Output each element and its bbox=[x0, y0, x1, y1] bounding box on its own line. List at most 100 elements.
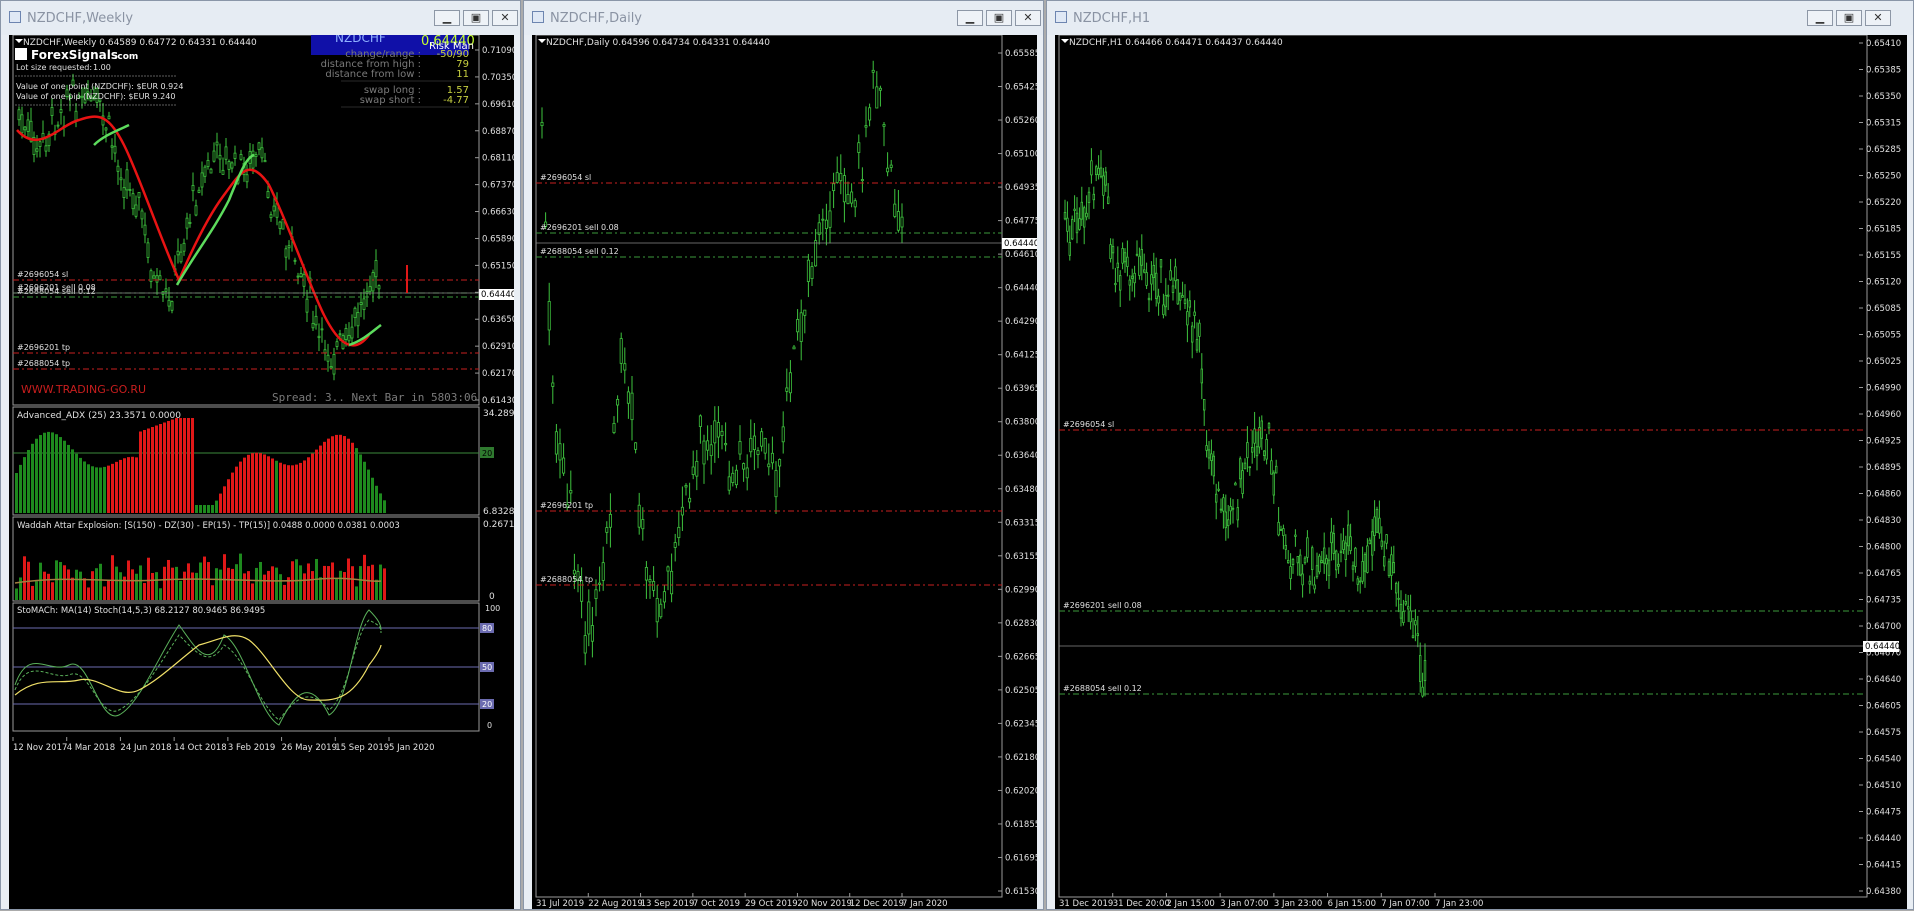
candle-body bbox=[284, 248, 288, 258]
candle-body bbox=[227, 161, 231, 170]
order-level-label: #2688054 tp bbox=[17, 359, 70, 368]
adx-bar bbox=[51, 432, 54, 513]
adx-bar bbox=[247, 454, 250, 513]
candle-body bbox=[1325, 558, 1328, 565]
candle-body bbox=[1171, 285, 1175, 293]
window-weekly[interactable]: NZDCHF,Weekly ▁ ▣ ✕ NZDCHF,Weekly 0.6458… bbox=[0, 0, 521, 910]
candle-body bbox=[767, 463, 771, 468]
candle-body bbox=[1152, 264, 1156, 278]
candle-body bbox=[245, 174, 249, 183]
waddah-bar bbox=[71, 577, 74, 600]
waddah-bar bbox=[75, 569, 78, 600]
candle-body bbox=[1267, 423, 1271, 429]
candle-body bbox=[1126, 256, 1129, 267]
waddah-bar bbox=[307, 563, 310, 600]
candle-body bbox=[684, 485, 688, 488]
close-button[interactable]: ✕ bbox=[492, 10, 518, 26]
maximize-button[interactable]: ▣ bbox=[1836, 10, 1862, 26]
stoch-label: StoMACh: MA(14) Stoch(14,5,3) 68.2127 80… bbox=[17, 606, 265, 616]
waddah-bar bbox=[15, 588, 18, 600]
order-level-label: #2688054 sell 0.12 bbox=[1063, 684, 1142, 693]
order-levels: #2696054 sl #2696201 sell 0.08 #2688054 se… bbox=[1059, 420, 1863, 695]
candle-body bbox=[254, 154, 258, 157]
adx-bar bbox=[115, 461, 118, 513]
window-daily[interactable]: NZDCHF,Daily ▁ ▣ ✕ NZDCHF,Daily 0.64596 … bbox=[523, 0, 1044, 910]
candle-body bbox=[853, 200, 857, 208]
info-row-value: -4.77 bbox=[443, 95, 469, 106]
waddah-bar bbox=[95, 568, 98, 600]
close-button[interactable]: ✕ bbox=[1865, 10, 1891, 26]
adx-bar bbox=[59, 437, 62, 513]
waddah-bar bbox=[267, 570, 270, 600]
adx-bar bbox=[15, 473, 18, 513]
candle-body bbox=[362, 298, 366, 310]
chart-area[interactable]: NZDCHF,Daily 0.64596 0.64734 0.64331 0.6… bbox=[532, 35, 1037, 909]
window-titlebar[interactable]: NZDCHF,H1 ▁ ▣ ✕ bbox=[1047, 1, 1913, 35]
adx-bar bbox=[327, 438, 330, 513]
waddah-bar bbox=[67, 569, 70, 600]
minimize-button[interactable]: ▁ bbox=[434, 10, 460, 26]
candle-body bbox=[224, 146, 228, 160]
candle-body bbox=[1217, 488, 1220, 491]
price-label: 0.63965 bbox=[1005, 384, 1037, 394]
candle-body bbox=[1414, 620, 1417, 626]
waddah-bar bbox=[115, 566, 118, 600]
daily-chart-svg[interactable]: NZDCHF,Daily 0.64596 0.64734 0.64331 0.6… bbox=[532, 35, 1037, 911]
candle-body bbox=[738, 441, 742, 455]
adx-bar bbox=[291, 465, 294, 513]
dropdown-triangle-icon[interactable] bbox=[15, 39, 23, 43]
minimize-button[interactable]: ▁ bbox=[1807, 10, 1833, 26]
h1-chart-svg[interactable]: NZDCHF,H1 0.64466 0.64471 0.64437 0.6444… bbox=[1055, 35, 1907, 911]
price-axis: 0.65585 0.65425 0.65260 0.65100 0.64935 0.647… bbox=[998, 49, 1037, 897]
current-price-label: 0.64440 bbox=[1004, 239, 1037, 249]
adx-bar bbox=[339, 434, 342, 513]
adx-bar bbox=[219, 493, 222, 513]
candle-body bbox=[1416, 633, 1420, 637]
order-level-label: #2696201 tp bbox=[17, 343, 70, 352]
adx-bar bbox=[83, 461, 86, 513]
candle-body bbox=[1392, 562, 1396, 574]
adx-bar bbox=[267, 456, 270, 513]
minimize-button[interactable]: ▁ bbox=[957, 10, 983, 26]
candle-body bbox=[185, 217, 189, 229]
adx-bar bbox=[347, 438, 350, 513]
adx-bar bbox=[251, 453, 254, 513]
candle-body bbox=[868, 107, 872, 121]
candle-body bbox=[569, 490, 573, 494]
candle-body bbox=[1188, 300, 1192, 308]
candle-body bbox=[1351, 565, 1355, 570]
waddah-bar bbox=[191, 572, 194, 600]
window-titlebar[interactable]: NZDCHF,Weekly ▁ ▣ ✕ bbox=[1, 1, 520, 35]
daily-candles bbox=[540, 60, 904, 666]
waddah-bar bbox=[275, 567, 278, 600]
waddah-top: 0.2671 bbox=[483, 520, 514, 530]
maximize-button[interactable]: ▣ bbox=[463, 10, 489, 26]
candle-body bbox=[724, 443, 728, 446]
weekly-chart-svg[interactable]: NZDCHF,Weekly 0.64589 0.64772 0.64331 0.… bbox=[9, 35, 514, 911]
window-titlebar[interactable]: NZDCHF,Daily ▁ ▣ ✕ bbox=[524, 1, 1043, 35]
dropdown-triangle-icon[interactable] bbox=[1061, 39, 1069, 43]
waddah-bar bbox=[343, 572, 346, 600]
candle-body bbox=[688, 497, 692, 503]
candle-body bbox=[734, 469, 738, 486]
window-h1[interactable]: NZDCHF,H1 ▁ ▣ ✕ NZDCHF,H1 0.64466 0.6447… bbox=[1046, 0, 1914, 910]
candle-body bbox=[194, 205, 198, 216]
maximize-button[interactable]: ▣ bbox=[986, 10, 1012, 26]
candle-body bbox=[540, 122, 544, 127]
candle-body bbox=[1186, 311, 1189, 326]
dropdown-triangle-icon[interactable] bbox=[538, 39, 546, 43]
waddah-bar bbox=[99, 563, 102, 600]
candle-body bbox=[35, 148, 39, 152]
close-button[interactable]: ✕ bbox=[1015, 10, 1041, 26]
candle-body bbox=[1250, 447, 1254, 453]
candle-body bbox=[1164, 294, 1168, 308]
time-label: 3 Feb 2019 bbox=[228, 743, 276, 753]
candle-body bbox=[122, 187, 126, 198]
adx-bar bbox=[91, 466, 94, 513]
candle-body bbox=[20, 114, 24, 134]
chart-area[interactable]: NZDCHF,H1 0.64466 0.64471 0.64437 0.6444… bbox=[1055, 35, 1907, 909]
chart-area[interactable]: NZDCHF,Weekly 0.64589 0.64772 0.64331 0.… bbox=[9, 35, 514, 909]
candle-body bbox=[146, 242, 150, 258]
adx-bar bbox=[239, 461, 242, 513]
waddah-bar bbox=[23, 556, 26, 600]
